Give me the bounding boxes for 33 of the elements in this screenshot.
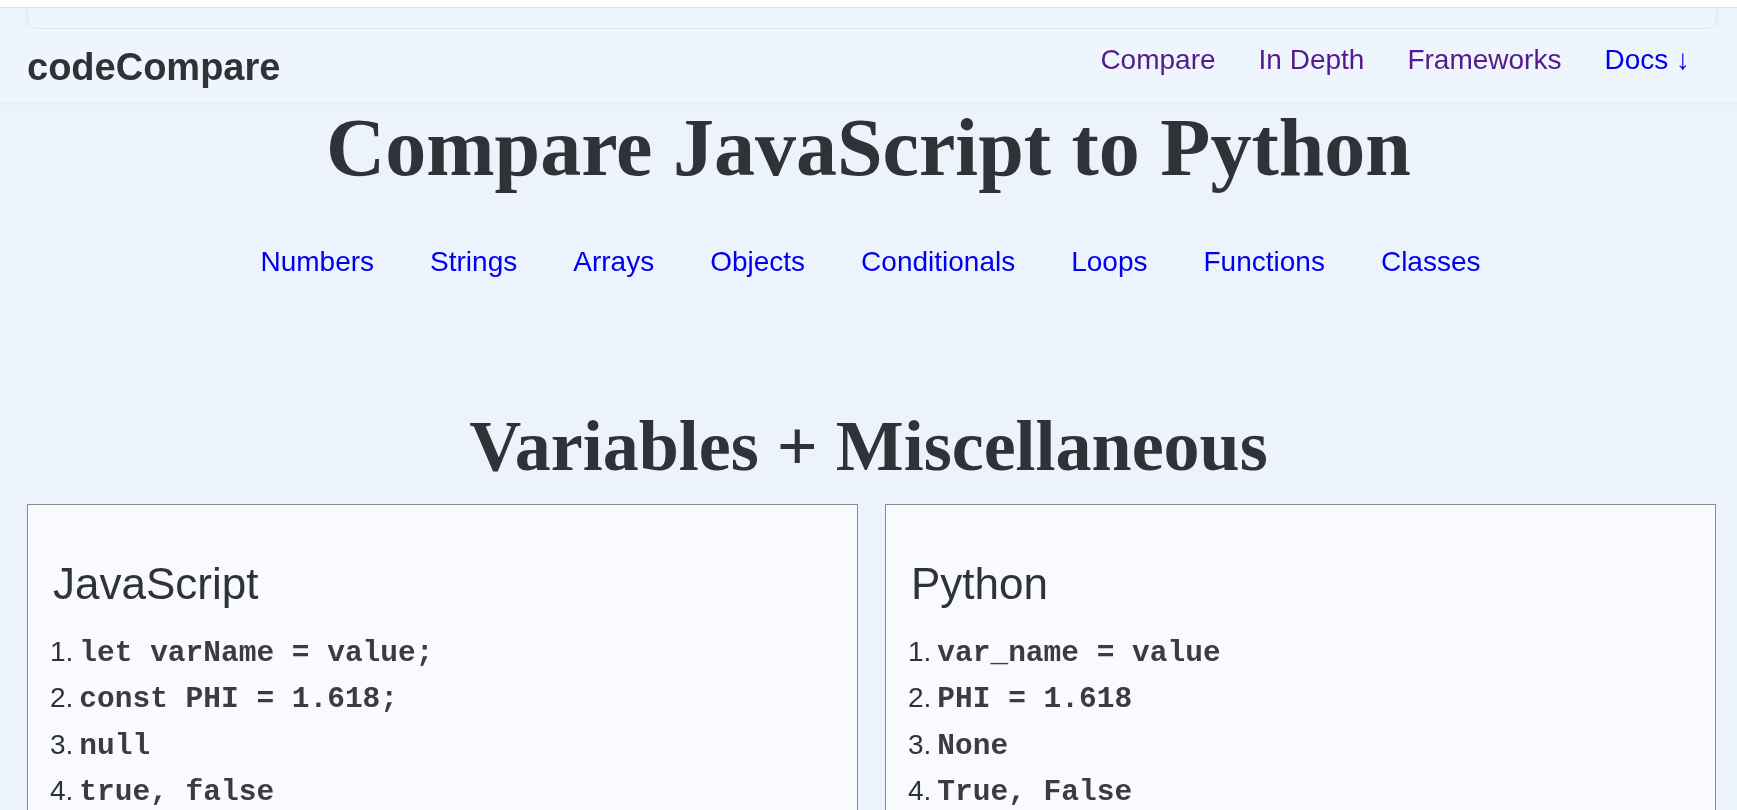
line-number: 1. — [50, 635, 74, 669]
topic-link[interactable]: Arrays — [573, 244, 655, 279]
topic-link[interactable]: Strings — [430, 244, 518, 279]
nav-link[interactable]: Compare — [1100, 46, 1216, 74]
line-number: 3. — [908, 727, 932, 762]
code-line: null — [79, 728, 151, 763]
topic-link[interactable]: Numbers — [260, 244, 375, 279]
panel-heading: Python — [911, 559, 1048, 608]
nav-link[interactable]: Docs ↓ — [1604, 46, 1690, 74]
line-number: 2. — [908, 681, 932, 716]
line-number: 4. — [50, 773, 74, 808]
topic-link[interactable]: Loops — [1071, 244, 1148, 279]
topic-link[interactable]: Conditionals — [861, 244, 1016, 279]
code-line: var_name = value — [937, 636, 1221, 670]
line-number: 1. — [908, 635, 932, 669]
code-line: PHI = 1.618 — [937, 682, 1133, 717]
code-line: None — [937, 728, 1009, 763]
code-line: True, False — [937, 774, 1133, 809]
panel-heading: JavaScript — [53, 559, 259, 608]
code-line: true, false — [79, 774, 275, 809]
topic-link[interactable]: Objects — [710, 244, 806, 279]
page-title: Compare JavaScript to Python — [325, 102, 1412, 194]
nav-link[interactable]: In Depth — [1258, 46, 1365, 74]
line-number: 4. — [908, 773, 932, 808]
line-number: 3. — [50, 727, 74, 762]
nav-link[interactable]: Frameworks — [1407, 46, 1562, 74]
line-number: 2. — [50, 681, 74, 716]
section-heading: Variables + Miscellaneous — [468, 405, 1269, 487]
code-line: const PHI = 1.618; — [79, 682, 398, 717]
site-logo: codeCompare — [27, 48, 281, 86]
code-line: let varName = value; — [79, 636, 434, 670]
topic-link[interactable]: Functions — [1203, 244, 1325, 279]
topic-link[interactable]: Classes — [1380, 244, 1481, 279]
